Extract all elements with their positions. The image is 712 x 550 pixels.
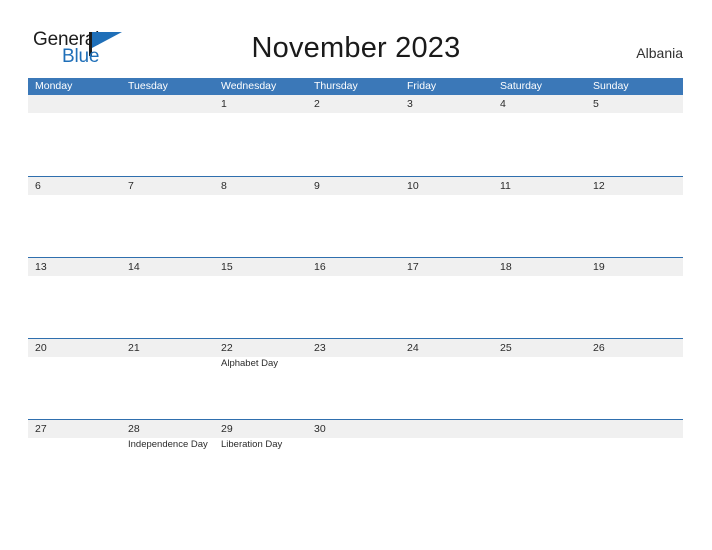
day-number: 12: [593, 180, 605, 192]
week-cells: 1 2 3 4 5: [28, 95, 683, 176]
calendar-day-cell[interactable]: 9: [307, 177, 400, 258]
calendar-day-cell-empty: [121, 95, 214, 176]
calendar-grid: Monday Tuesday Wednesday Thursday Friday Satu…: [28, 78, 683, 500]
day-number: 17: [407, 261, 419, 273]
calendar-week-row: 20 21 22 Alphabet Day 23 24 25 26: [28, 338, 683, 419]
day-number: 4: [500, 98, 506, 110]
calendar-day-cell[interactable]: 12: [586, 177, 679, 258]
calendar-day-cell[interactable]: 26: [586, 339, 679, 420]
calendar-day-cell[interactable]: 24: [400, 339, 493, 420]
weekday-header-tuesday: Tuesday: [128, 80, 168, 92]
calendar-day-cell[interactable]: 20: [28, 339, 121, 420]
week-cells: 13 14 15 16 17 18 19: [28, 258, 683, 339]
weekday-header-saturday: Saturday: [500, 80, 543, 92]
calendar-day-cell[interactable]: 17: [400, 258, 493, 339]
calendar-day-cell[interactable]: 30: [307, 420, 400, 501]
calendar-day-cell[interactable]: 15: [214, 258, 307, 339]
day-number: 14: [128, 261, 140, 273]
day-number: 2: [314, 98, 320, 110]
day-number: 15: [221, 261, 233, 273]
day-number: 11: [500, 180, 511, 192]
calendar-day-cell[interactable]: 27: [28, 420, 121, 501]
calendar-day-cell[interactable]: 6: [28, 177, 121, 258]
day-number: 7: [128, 180, 134, 192]
holiday-event-label: Independence Day: [128, 439, 208, 450]
page-title: November 2023: [251, 32, 461, 64]
day-number: 3: [407, 98, 413, 110]
weekday-header-thursday: Thursday: [314, 80, 358, 92]
day-number: 20: [35, 342, 47, 354]
day-number: 19: [593, 261, 605, 273]
calendar-week-row: 13 14 15 16 17 18 19: [28, 257, 683, 338]
day-number: 13: [35, 261, 47, 273]
calendar-day-cell[interactable]: 21: [121, 339, 214, 420]
calendar-day-cell[interactable]: 28 Independence Day: [121, 420, 214, 501]
calendar-day-cell[interactable]: 16: [307, 258, 400, 339]
day-number: 28: [128, 423, 140, 435]
calendar-day-cell-empty: [586, 420, 679, 501]
weekday-header-monday: Monday: [35, 80, 73, 92]
calendar-weeks: 1 2 3 4 5 6 7 8 9 10 11 12 13 14 15 16 17 18 19 20 21 22 Alpha…: [28, 95, 683, 500]
calendar-day-cell[interactable]: 3: [400, 95, 493, 176]
weekday-header-row: Monday Tuesday Wednesday Thursday Friday Satu…: [28, 78, 683, 95]
calendar-day-cell[interactable]: 13: [28, 258, 121, 339]
day-number: 27: [35, 423, 47, 435]
calendar-day-cell[interactable]: 4: [493, 95, 586, 176]
week-cells: 20 21 22 Alphabet Day 23 24 25 26: [28, 339, 683, 420]
day-number: 25: [500, 342, 512, 354]
calendar-day-cell[interactable]: 8: [214, 177, 307, 258]
calendar-day-cell[interactable]: 2: [307, 95, 400, 176]
day-number: 26: [593, 342, 605, 354]
calendar-day-cell-empty: [493, 420, 586, 501]
calendar-day-cell[interactable]: 25: [493, 339, 586, 420]
day-events: Independence Day: [128, 439, 216, 451]
calendar-day-cell[interactable]: 29 Liberation Day: [214, 420, 307, 501]
day-events: Liberation Day: [221, 439, 309, 451]
country-label: Albania: [636, 45, 683, 61]
day-number: 6: [35, 180, 41, 192]
calendar-day-cell[interactable]: 22 Alphabet Day: [214, 339, 307, 420]
day-number: 21: [128, 342, 140, 354]
calendar-day-cell[interactable]: 23: [307, 339, 400, 420]
calendar-week-row: 1 2 3 4 5: [28, 95, 683, 176]
week-cells: 27 28 Independence Day 29 Liberation Day 30: [28, 420, 683, 501]
calendar-day-cell[interactable]: 1: [214, 95, 307, 176]
weekday-header-friday: Friday: [407, 80, 437, 92]
day-number: 18: [500, 261, 512, 273]
weekday-header-sunday: Sunday: [593, 80, 629, 92]
calendar-day-cell[interactable]: 5: [586, 95, 679, 176]
day-number: 8: [221, 180, 227, 192]
day-number: 16: [314, 261, 326, 273]
calendar-day-cell[interactable]: 11: [493, 177, 586, 258]
calendar-day-cell[interactable]: 10: [400, 177, 493, 258]
calendar-week-row: 6 7 8 9 10 11 12: [28, 176, 683, 257]
day-number: 1: [221, 98, 227, 110]
day-events: Alphabet Day: [221, 358, 309, 370]
calendar-day-cell[interactable]: 7: [121, 177, 214, 258]
week-cells: 6 7 8 9 10 11 12: [28, 177, 683, 258]
calendar-day-cell-empty: [400, 420, 493, 501]
day-number: 30: [314, 423, 326, 435]
day-number: 22: [221, 342, 233, 354]
day-number: 29: [221, 423, 233, 435]
calendar-day-cell-empty: [28, 95, 121, 176]
weekday-header-wednesday: Wednesday: [221, 80, 277, 92]
page-header: General Blue November 2023 Albania: [0, 0, 712, 78]
calendar-day-cell[interactable]: 18: [493, 258, 586, 339]
calendar-day-cell[interactable]: 19: [586, 258, 679, 339]
day-number: 5: [593, 98, 599, 110]
day-number: 9: [314, 180, 320, 192]
holiday-event-label: Liberation Day: [221, 439, 283, 450]
calendar-day-cell[interactable]: 14: [121, 258, 214, 339]
day-number: 23: [314, 342, 326, 354]
holiday-event-label: Alphabet Day: [221, 358, 279, 369]
day-number: 24: [407, 342, 419, 354]
day-number: 10: [407, 180, 419, 192]
calendar-week-row: 27 28 Independence Day 29 Liberation Day 30: [28, 419, 683, 500]
